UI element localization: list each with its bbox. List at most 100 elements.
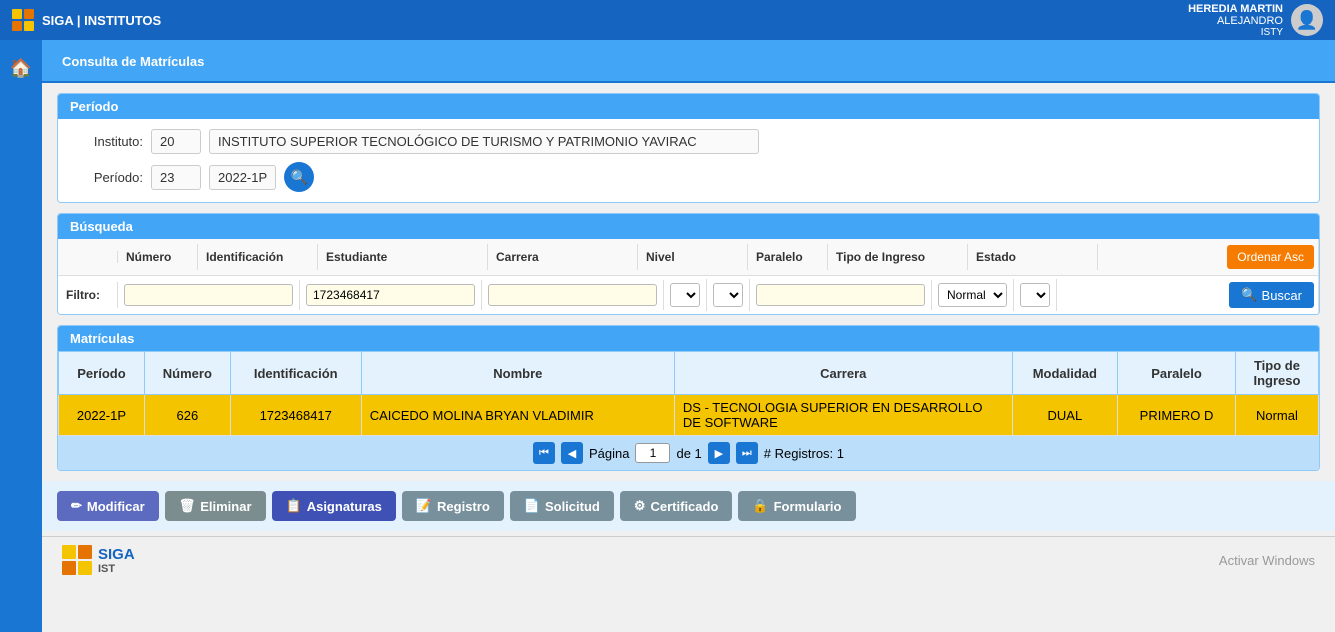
periodo-section: Período Instituto: 20 INSTITUTO SUPERIOR… (57, 93, 1320, 203)
certificado-label: Certificado (651, 499, 719, 514)
td-tipo-ingreso: Normal (1235, 395, 1318, 436)
matriculas-section-header: Matrículas (58, 326, 1319, 351)
filter-tipo-select[interactable]: Normal (938, 283, 1007, 307)
formulario-button[interactable]: 🔒 Formulario (738, 491, 855, 521)
footer-siga: SIGA (98, 546, 135, 563)
search-icon: 🔍 (1241, 287, 1257, 303)
user-institution: ISTY (1188, 27, 1283, 38)
sidebar: 🏠 (0, 40, 42, 632)
filter-numero-input[interactable] (124, 284, 293, 306)
filter-estado-select[interactable] (1020, 283, 1050, 307)
col-estado: Estado (968, 244, 1098, 270)
periodo-label: Período: (73, 170, 143, 185)
busqueda-section-body: Número Identificación Estudiante Carrera… (58, 239, 1319, 314)
footer-logo-icon (62, 545, 92, 575)
table-header-row: Período Número Identificación Nombre Car… (59, 352, 1319, 395)
modificar-icon: ✏ (71, 498, 82, 514)
periodo-row: Período: 23 2022-1P 🔍 (73, 162, 1304, 192)
th-identificacion: Identificación (230, 352, 361, 395)
filter-estudiante-cell (482, 280, 664, 310)
table-header: Período Número Identificación Nombre Car… (59, 352, 1319, 395)
table-row[interactable]: 2022-1P 626 1723468417 CAICEDO MOLINA BR… (59, 395, 1319, 436)
search-header-row: Número Identificación Estudiante Carrera… (58, 239, 1319, 276)
eliminar-icon: 🗑 (179, 498, 196, 514)
page-title: Consulta de Matrículas (62, 54, 204, 69)
instituto-name: INSTITUTO SUPERIOR TECNOLÓGICO DE TURISM… (209, 129, 759, 154)
brand: SIGA | INSTITUTOS (12, 9, 161, 31)
td-carrera: DS - TECNOLOGIA SUPERIOR EN DESARROLLO D… (674, 395, 1012, 436)
solicitud-button[interactable]: 📄 Solicitud (510, 491, 614, 521)
home-icon[interactable]: 🏠 (3, 50, 39, 86)
instituto-value: 20 INSTITUTO SUPERIOR TECNOLÓGICO DE TUR… (151, 129, 1304, 154)
eliminar-button[interactable]: 🗑 Eliminar (165, 491, 266, 521)
ordenar-button[interactable]: Ordenar Asc (1227, 245, 1314, 269)
action-buttons-bar: ✏ Modificar 🗑 Eliminar 📋 Asignaturas 📝 R… (42, 481, 1335, 531)
th-paralelo: Paralelo (1118, 352, 1236, 395)
filter-estudiante-input[interactable] (488, 284, 657, 306)
instituto-code: 20 (151, 129, 201, 154)
pag-label: Página (589, 446, 629, 461)
pag-records: # Registros: 1 (764, 446, 844, 461)
periodo-value: 23 2022-1P 🔍 (151, 162, 1304, 192)
logo-icon (12, 9, 34, 31)
registro-label: Registro (437, 499, 490, 514)
filter-estado-cell (1014, 279, 1057, 311)
col-carrera: Carrera (488, 244, 638, 270)
user-name: HEREDIA MARTIN (1188, 3, 1283, 15)
busqueda-section-header: Búsqueda (58, 214, 1319, 239)
footer-logo-text: SIGA IST (98, 546, 135, 575)
filter-paralelo-input[interactable] (756, 284, 925, 306)
filter-tipo-cell: Normal (932, 279, 1014, 311)
modificar-label: Modificar (87, 499, 145, 514)
registro-button[interactable]: 📝 Registro (402, 491, 504, 521)
modificar-button[interactable]: ✏ Modificar (57, 491, 159, 521)
asignaturas-label: Asignaturas (307, 499, 382, 514)
periodo-val: 2022-1P (209, 165, 276, 190)
buscar-button[interactable]: 🔍 Buscar (1229, 282, 1314, 308)
th-periodo: Período (59, 352, 145, 395)
filter-carrera-cell (664, 279, 707, 311)
filter-identificacion-input[interactable] (306, 284, 475, 306)
td-nombre: CAICEDO MOLINA BRYAN VLADIMIR (361, 395, 674, 436)
filter-paralelo-cell (750, 280, 932, 310)
pag-next-button[interactable]: ▶ (708, 442, 730, 464)
formulario-icon: 🔒 (752, 498, 768, 514)
formulario-label: Formulario (774, 499, 842, 514)
periodo-search-button[interactable]: 🔍 (284, 162, 314, 192)
pag-of-label: de 1 (676, 446, 701, 461)
page-header: Consulta de Matrículas (42, 40, 1335, 83)
col-actions: Ordenar Asc (1098, 239, 1319, 275)
filter-numero-cell (118, 280, 300, 310)
th-carrera: Carrera (674, 352, 1012, 395)
filter-nivel-select[interactable] (713, 283, 743, 307)
filter-carrera-select[interactable] (670, 283, 700, 307)
search-filter-row: Filtro: (58, 276, 1319, 314)
instituto-row: Instituto: 20 INSTITUTO SUPERIOR TECNOLÓ… (73, 129, 1304, 154)
filter-identificacion-cell (300, 280, 482, 310)
matriculas-section-body: Período Número Identificación Nombre Car… (58, 351, 1319, 470)
busqueda-section-label: Búsqueda (70, 219, 133, 234)
td-periodo: 2022-1P (59, 395, 145, 436)
pag-last-button[interactable]: ⏭ (736, 442, 758, 464)
td-numero: 626 (144, 395, 230, 436)
footer-right: Activar Windows (1219, 553, 1315, 568)
instituto-label: Instituto: (73, 134, 143, 149)
col-identificacion: Identificación (198, 244, 318, 270)
navbar: SIGA | INSTITUTOS HEREDIA MARTIN ALEJAND… (0, 0, 1335, 40)
solicitud-label: Solicitud (545, 499, 600, 514)
filter-label-header (58, 251, 118, 263)
search-grid: Número Identificación Estudiante Carrera… (58, 239, 1319, 314)
th-nombre: Nombre (361, 352, 674, 395)
col-numero: Número (118, 244, 198, 270)
pag-page-input[interactable] (635, 443, 670, 463)
busqueda-section: Búsqueda Número Identificación Estudiant… (57, 213, 1320, 315)
solicitud-icon: 📄 (524, 498, 540, 514)
pag-prev-button[interactable]: ◀ (561, 442, 583, 464)
certificado-button[interactable]: ⚙ Certificado (620, 491, 733, 521)
certificado-icon: ⚙ (634, 498, 646, 514)
eliminar-label: Eliminar (200, 499, 251, 514)
periodo-code: 23 (151, 165, 201, 190)
pag-first-button[interactable]: ⏮ (533, 442, 555, 464)
registro-icon: 📝 (416, 498, 432, 514)
asignaturas-button[interactable]: 📋 Asignaturas (272, 491, 396, 521)
